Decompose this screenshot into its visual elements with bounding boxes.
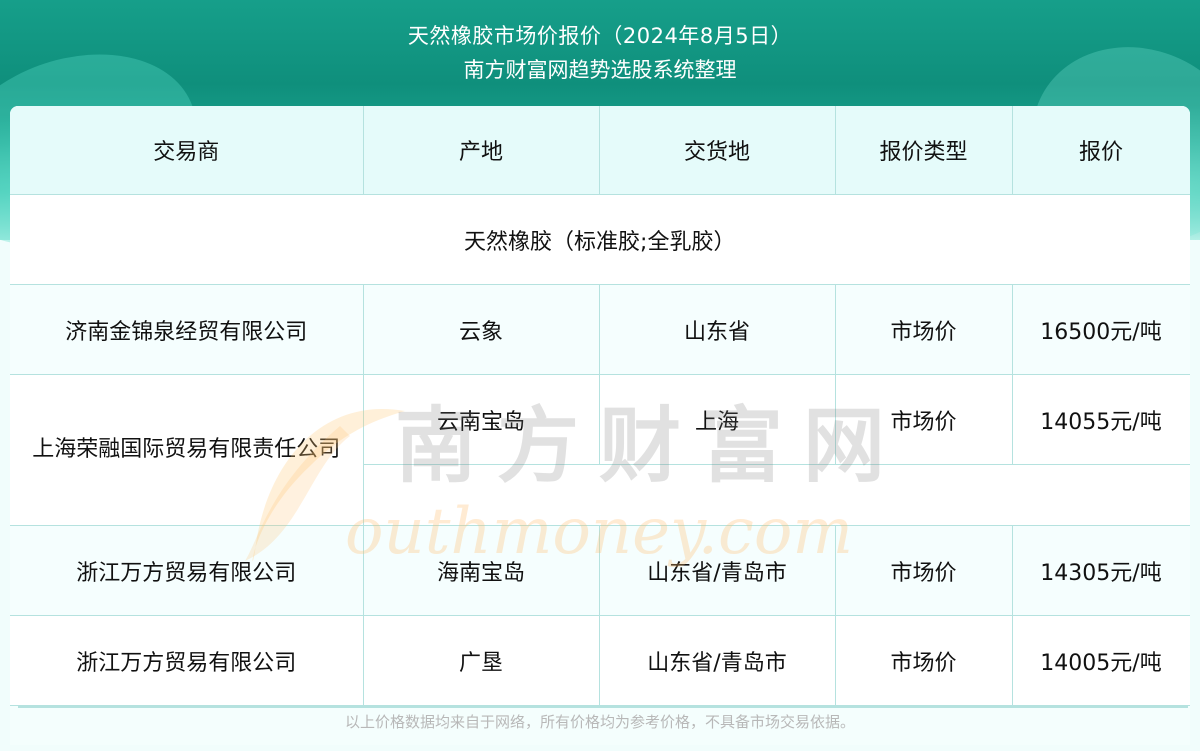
- cell-origin: 云象: [362, 284, 600, 375]
- title-block: 天然橡胶市场价报价（2024年8月5日） 南方财富网趋势选股系统整理: [0, 20, 1200, 86]
- column-header-price: 报价: [1011, 106, 1190, 195]
- cell-trader: 济南金锦泉经贸有限公司: [10, 284, 364, 375]
- cell-delivery: 山东省/青岛市: [598, 525, 836, 616]
- column-header-delivery: 交货地: [598, 106, 836, 195]
- column-header-origin: 产地: [362, 106, 600, 195]
- footer-divider: [18, 706, 1188, 708]
- category-row: 天然橡胶（标准胶;全乳胶）: [10, 194, 1190, 285]
- price-table-card: 交易商 产地 交货地 报价类型 报价 天然橡胶（标准胶;全乳胶） 济南金锦泉经贸…: [10, 106, 1190, 745]
- cell-quote-type: 市场价: [834, 284, 1013, 375]
- table-row: 浙江万方贸易有限公司 广垦 山东省/青岛市 市场价 14005元/吨: [10, 615, 1190, 706]
- cell-trader: 浙江万方贸易有限公司: [10, 525, 364, 616]
- cell-quote-type: 市场价: [834, 374, 1013, 465]
- cell-origin: 云南宝岛: [362, 374, 600, 465]
- table-row: 上海荣融国际贸易有限责任公司 云南宝岛 上海 市场价 14055元/吨: [10, 374, 1190, 526]
- column-header-trader: 交易商: [10, 106, 364, 195]
- table-row: 济南金锦泉经贸有限公司 云象 山东省 市场价 16500元/吨: [10, 284, 1190, 375]
- cell-origin: 广垦: [362, 615, 600, 706]
- disclaimer-text: 以上价格数据均来自于网络，所有价格均为参考价格，不具备市场交易依据。: [344, 713, 855, 731]
- cell-price: 14005元/吨: [1011, 615, 1190, 706]
- price-table: 交易商 产地 交货地 报价类型 报价 天然橡胶（标准胶;全乳胶） 济南金锦泉经贸…: [10, 106, 1190, 706]
- cell-quote-type: 市场价: [834, 525, 1013, 616]
- cell-price: 16500元/吨: [1011, 284, 1190, 375]
- cell-delivery: 上海: [598, 374, 836, 465]
- cell-delivery: 山东省: [598, 284, 836, 375]
- page-subtitle: 南方财富网趋势选股系统整理: [463, 58, 737, 82]
- cell-delivery: 山东省/青岛市: [598, 615, 836, 706]
- table-header-row: 交易商 产地 交货地 报价类型 报价: [10, 106, 1190, 195]
- cell-origin: 海南宝岛: [362, 525, 600, 616]
- table-row: 浙江万方贸易有限公司 海南宝岛 山东省/青岛市 市场价 14305元/吨: [10, 525, 1190, 616]
- column-header-quote-type: 报价类型: [834, 106, 1013, 195]
- cell-price: 14305元/吨: [1011, 525, 1190, 616]
- empty-cell: [363, 464, 1190, 526]
- category-label: 天然橡胶（标准胶;全乳胶）: [10, 194, 1190, 285]
- page-title: 天然橡胶市场价报价（2024年8月5日）: [407, 24, 793, 48]
- cell-trader: 浙江万方贸易有限公司: [10, 615, 364, 706]
- cell-trader: 上海荣融国际贸易有限责任公司: [10, 374, 364, 526]
- cell-price: 14055元/吨: [1011, 374, 1190, 465]
- cell-quote-type: 市场价: [834, 615, 1013, 706]
